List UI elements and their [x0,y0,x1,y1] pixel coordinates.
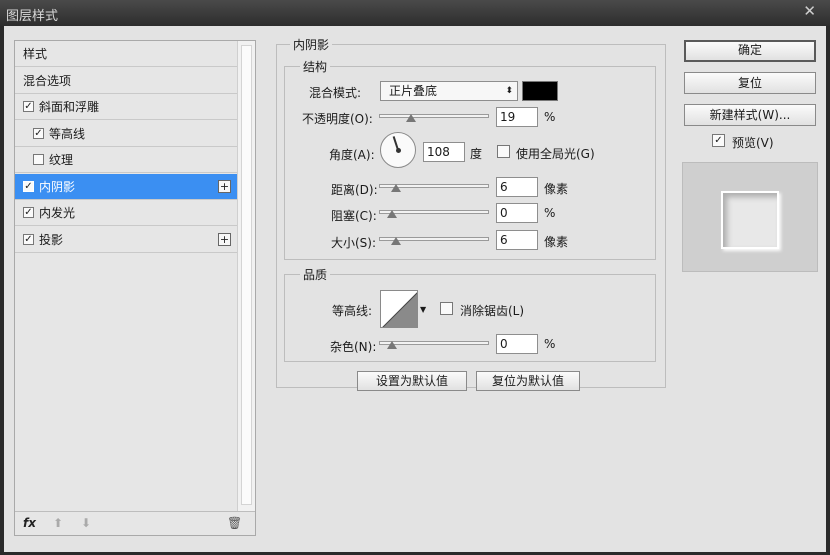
preview-swatch [721,191,779,249]
add-effect-icon[interactable]: + [218,179,231,193]
sidebar-item-checkbox[interactable]: ✓ [23,180,34,192]
sidebar-item[interactable]: ✓ 投影 + [15,227,237,253]
quality-title: 品质 [300,266,331,283]
sidebar-item[interactable]: ✓ 内阴影 + [15,173,237,200]
global-light-checkbox[interactable] [497,145,510,158]
sidebar-item-label: 等高线 [49,126,86,141]
structure-title: 结构 [300,58,331,75]
distance-field[interactable]: 6 [496,177,538,197]
sidebar-item-label: 混合选项 [23,73,72,88]
inner-shadow-title: 内阴影 [290,36,333,53]
reset-button[interactable]: 复位 [684,72,816,94]
antialias-label[interactable]: 消除锯齿(L) [460,302,524,319]
ok-button[interactable]: 确定 [684,40,816,62]
window-title: 图层样式 [6,9,59,24]
sidebar-item[interactable]: ✓ 等高线 [15,121,237,147]
opacity-field[interactable]: 19 [496,107,538,127]
opacity-slider[interactable] [379,108,489,124]
sidebar-item-label: 纹理 [49,153,74,167]
sidebar-item-label: 斜面和浮雕 [39,100,100,114]
choke-label: 阻塞(C): [331,209,377,223]
slider-track [379,114,489,118]
move-down-icon[interactable]: ⬇ [81,516,91,530]
contour-label: 等高线: [332,304,373,318]
fx-icon[interactable]: fx [23,516,36,530]
size-slider[interactable] [379,231,489,247]
shadow-color-swatch[interactable] [522,81,558,101]
sidebar-item-checkbox[interactable]: ✓ [33,127,44,139]
blend-mode-select[interactable]: 正片叠底 ⬍ [380,81,518,101]
antialias-checkbox[interactable] [440,302,453,315]
choke-field[interactable]: 0 [496,203,538,223]
sidebar-item[interactable]: ✓ 内发光 [15,200,237,226]
scrollbar-thumb[interactable] [241,45,252,505]
slider-thumb[interactable] [387,341,397,349]
opacity-label: 不透明度(O): [302,112,373,126]
sidebar-item-checkbox[interactable]: ✓ [23,207,34,218]
angle-label: 角度(A): [329,148,375,162]
noise-label: 杂色(N): [330,340,377,354]
move-up-icon[interactable]: ⬆ [53,516,63,530]
styles-list: 样式混合选项 ✓ 斜面和浮雕 ✓ 等高线纹理 ✓ 内阴影 + ✓ 内发光 ✓ 投影 + fx ⬆ ⬇ 🗑 [14,40,256,536]
blend-mode-label: 混合模式: [309,86,362,100]
angle-field[interactable]: 108 [423,142,465,162]
style-preview [682,162,818,272]
styles-list-scrollbar[interactable] [237,41,255,511]
close-icon[interactable]: ✕ [803,2,816,20]
blend-mode-value: 正片叠底 [389,84,438,98]
slider-thumb[interactable] [391,237,401,245]
angle-dial-center [396,148,401,153]
preview-label[interactable]: 预览(V) [732,134,774,151]
slider-thumb[interactable] [387,210,397,218]
sidebar-item[interactable]: 纹理 [15,147,237,173]
sidebar-item-checkbox[interactable]: ✓ [23,101,34,112]
slider-thumb[interactable] [406,114,416,122]
trash-icon[interactable]: 🗑 [227,516,242,530]
sidebar-item-label: 投影 [39,232,64,247]
make-default-button[interactable]: 设置为默认值 [357,371,467,391]
title-bar: 图层样式 ✕ [0,0,830,26]
sidebar-item-checkbox[interactable]: ✓ [23,233,34,245]
size-field[interactable]: 6 [496,230,538,250]
choke-unit: % [544,206,556,220]
sidebar-item[interactable]: 混合选项 [15,68,237,94]
contour-picker[interactable] [380,290,418,328]
contour-curve-icon [382,292,417,327]
noise-unit: % [544,337,556,351]
sidebar-item-label: 内阴影 [39,179,76,194]
distance-label: 距离(D): [331,183,378,197]
sidebar-item-checkbox[interactable] [33,154,44,165]
sidebar-item[interactable]: ✓ 斜面和浮雕 [15,94,237,120]
reset-default-button[interactable]: 复位为默认值 [476,371,580,391]
choke-slider[interactable] [379,204,489,220]
global-light-label[interactable]: 使用全局光(G) [516,145,595,162]
size-unit: 像素 [544,235,569,249]
sidebar-item[interactable]: 样式 [15,41,237,67]
noise-field[interactable]: 0 [496,334,538,354]
opacity-unit: % [544,110,556,124]
add-effect-icon[interactable]: + [218,232,231,246]
angle-unit: 度 [470,147,483,161]
distance-unit: 像素 [544,182,569,196]
sidebar-item-label: 内发光 [39,206,76,220]
select-arrow-icon: ⬍ [505,86,513,96]
slider-thumb[interactable] [391,184,401,192]
noise-slider[interactable] [379,335,489,351]
new-style-button[interactable]: 新建样式(W)... [684,104,816,126]
styles-list-toolbar: fx ⬆ ⬇ 🗑 [15,511,255,535]
sidebar-item-label: 样式 [23,47,48,61]
contour-dropdown-icon[interactable]: ▼ [420,305,426,314]
layer-style-dialog: 样式混合选项 ✓ 斜面和浮雕 ✓ 等高线纹理 ✓ 内阴影 + ✓ 内发光 ✓ 投影 + fx ⬆ ⬇ 🗑… [4,26,826,552]
preview-checkbox[interactable]: ✓ [712,134,725,147]
size-label: 大小(S): [331,236,377,250]
angle-dial[interactable] [380,132,416,168]
distance-slider[interactable] [379,178,489,194]
